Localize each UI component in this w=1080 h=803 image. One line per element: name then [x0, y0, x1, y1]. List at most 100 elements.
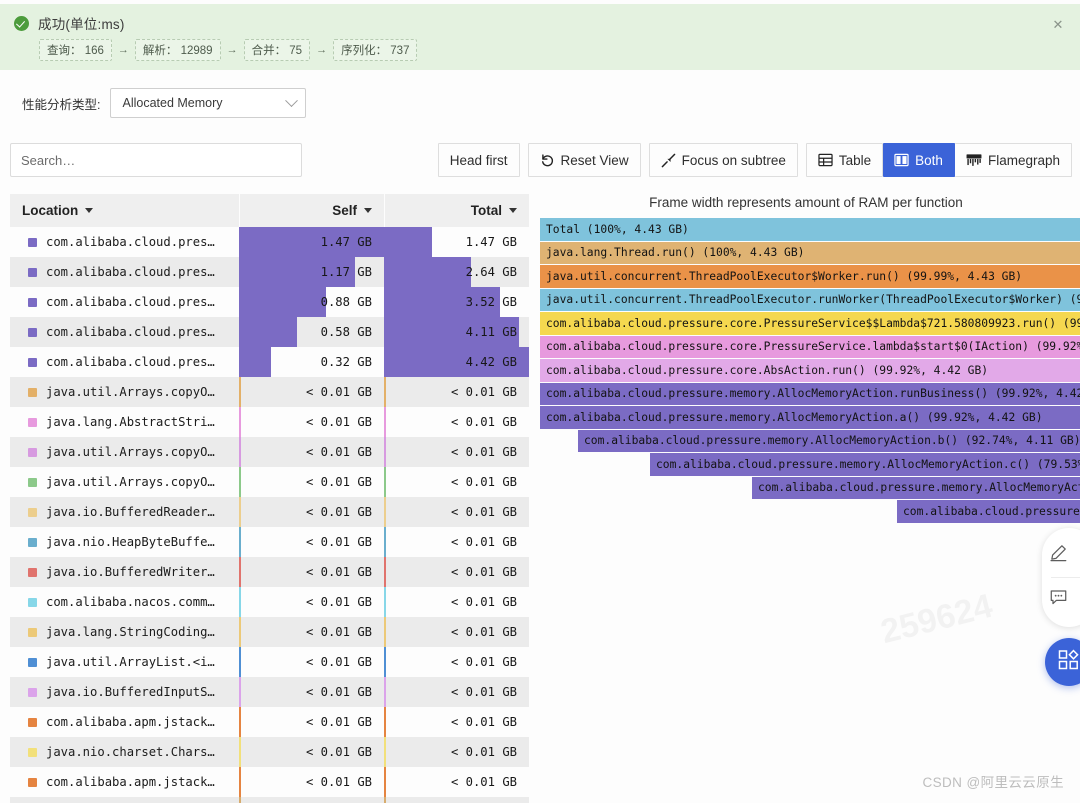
value-bar: [384, 707, 386, 737]
status-banner: 成功(单位:ms) 查询： 166→解析： 12989→合并： 75→序列化： …: [0, 4, 1080, 70]
color-swatch-icon: [28, 508, 37, 517]
focus-arrows-icon: [661, 153, 676, 168]
cell-self-label: 1.17 GB: [321, 265, 372, 279]
table-row[interactable]: com.alibaba.cloud.pres…0.88 GB3.52 GB: [10, 287, 529, 317]
value-bar: [239, 677, 241, 707]
color-swatch-icon: [28, 328, 37, 337]
value-bar: [384, 497, 386, 527]
flamegraph-frame[interactable]: java.util.concurrent.ThreadPoolExecutor.…: [540, 289, 1080, 313]
flamegraph-frame[interactable]: com.alibaba.cloud.pressure.memory.AllocM…: [897, 500, 1080, 524]
search-input[interactable]: Search…: [10, 143, 302, 177]
color-swatch-icon: [28, 268, 37, 277]
flamegraph-frame[interactable]: com.alibaba.cloud.pressure.core.Pressure…: [540, 336, 1080, 360]
cell-total: < 0.01 GB: [384, 377, 529, 407]
floating-dock: [1042, 528, 1080, 627]
comment-button[interactable]: [1042, 578, 1080, 622]
value-bar: [384, 797, 386, 803]
color-swatch-icon: [28, 358, 37, 367]
cell-location: java.io.BufferedInputS…: [10, 677, 239, 707]
tab-both-label: Both: [915, 153, 943, 168]
cell-total: < 0.01 GB: [384, 707, 529, 737]
table-row[interactable]: java.util.Arrays.copyO…< 0.01 GB< 0.01 G…: [10, 467, 529, 497]
cell-location-label: java.io.BufferedReader…: [46, 505, 215, 519]
cell-self: < 0.01 GB: [239, 377, 384, 407]
value-bar: [384, 647, 386, 677]
value-bar: [384, 437, 386, 467]
cell-location-label: com.alibaba.apm.jstack…: [46, 715, 215, 729]
table-row[interactable]: java.io.BufferedInputS…< 0.01 GB< 0.01 G…: [10, 677, 529, 707]
edit-feedback-button[interactable]: [1042, 533, 1080, 577]
head-first-button[interactable]: Head first: [438, 143, 520, 177]
cell-location: com.alibaba.cloud.pres…: [10, 227, 239, 257]
cell-total: < 0.01 GB: [384, 437, 529, 467]
close-icon[interactable]: ✕: [1050, 17, 1066, 33]
split-view-icon: [894, 153, 909, 167]
toolbar-buttons: Head first Reset View: [430, 143, 1072, 177]
table-row[interactable]: java.lang.AbstractStri…< 0.01 GB< 0.01 G…: [10, 407, 529, 437]
cell-self: 1.17 GB: [239, 257, 384, 287]
focus-on-subtree-label: Focus on subtree: [682, 153, 786, 168]
flamegraph-frame[interactable]: java.util.concurrent.ThreadPoolExecutor$…: [540, 265, 1080, 289]
cell-location-label: com.alibaba.cloud.pres…: [46, 235, 215, 249]
color-swatch-icon: [28, 238, 37, 247]
flamegraph-frame[interactable]: com.alibaba.cloud.pressure.memory.AllocM…: [540, 406, 1080, 430]
table-row[interactable]: java.util.Arrays.copyO…< 0.01 GB< 0.01 G…: [10, 377, 529, 407]
table-row[interactable]: java.lang.StringCoding…< 0.01 GB< 0.01 G…: [10, 617, 529, 647]
flamegraph-frame[interactable]: com.alibaba.cloud.pressure.core.Pressure…: [540, 312, 1080, 336]
flamegraph-frame[interactable]: com.alibaba.cloud.pressure.memory.AllocM…: [578, 430, 1080, 454]
cell-self-label: < 0.01 GB: [306, 445, 372, 459]
table-row[interactable]: com.alibaba.nacos.comm…< 0.01 GB< 0.01 G…: [10, 587, 529, 617]
table-row[interactable]: java.io.BufferedWriter…< 0.01 GB< 0.01 G…: [10, 557, 529, 587]
flamegraph-frame-label: java.lang.Thread.run() (100%, 4.43 GB): [546, 246, 804, 259]
cell-self-label: < 0.01 GB: [306, 415, 372, 429]
table-row[interactable]: java.util.Arrays.copyO…< 0.01 GB< 0.01 G…: [10, 437, 529, 467]
table-row[interactable]: com.alibaba.apm.jstack…< 0.01 GB< 0.01 G…: [10, 707, 529, 737]
cell-self: < 0.01 GB: [239, 617, 384, 647]
cell-self: < 0.01 GB: [239, 677, 384, 707]
focus-on-subtree-button[interactable]: Focus on subtree: [649, 143, 798, 177]
flamegraph-frame[interactable]: com.alibaba.cloud.pressure.memory.AllocM…: [752, 477, 1080, 501]
head-first-label: Head first: [450, 153, 508, 168]
cell-self: < 0.01 GB: [239, 467, 384, 497]
column-header-location-label: Location: [22, 203, 78, 218]
table-row[interactable]: java.nio.charset.Chars…< 0.01 GB< 0.01 G…: [10, 737, 529, 767]
table-row[interactable]: com.alibaba.apm.jstack…< 0.01 GB< 0.01 G…: [10, 767, 529, 797]
tab-flamegraph[interactable]: Flamegraph: [955, 143, 1072, 177]
table-row[interactable]: sun.nio.ch.FileDispatc…< 0.01 GB< 0.01 G…: [10, 797, 529, 803]
value-bar: [239, 407, 241, 437]
flamegraph-frame[interactable]: Total (100%, 4.43 GB): [540, 218, 1080, 242]
cell-self: < 0.01 GB: [239, 767, 384, 797]
table-row[interactable]: com.alibaba.cloud.pres…1.47 GB1.47 GB: [10, 227, 529, 257]
cell-total: < 0.01 GB: [384, 527, 529, 557]
tab-table[interactable]: Table: [806, 143, 883, 177]
profile-type-select[interactable]: Allocated Memory: [110, 88, 306, 118]
cell-self-label: 0.32 GB: [321, 355, 372, 369]
cell-location: com.alibaba.cloud.pres…: [10, 287, 239, 317]
column-header-self[interactable]: Self: [239, 194, 384, 227]
table-row[interactable]: com.alibaba.cloud.pres…0.58 GB4.11 GB: [10, 317, 529, 347]
flamegraph-frame[interactable]: com.alibaba.cloud.pressure.memory.AllocM…: [540, 383, 1080, 407]
tab-both[interactable]: Both: [883, 143, 955, 177]
flamegraph-frame-label: com.alibaba.cloud.pressure.memory.AllocM…: [656, 458, 1080, 471]
value-bar: [384, 527, 386, 557]
flamegraph-frame[interactable]: java.lang.Thread.run() (100%, 4.43 GB): [540, 242, 1080, 266]
table-row[interactable]: java.io.BufferedReader…< 0.01 GB< 0.01 G…: [10, 497, 529, 527]
column-header-location[interactable]: Location: [10, 194, 239, 227]
value-bar: [384, 767, 386, 797]
color-swatch-icon: [28, 388, 37, 397]
cell-location: com.alibaba.apm.jstack…: [10, 767, 239, 797]
flamegraph-frame[interactable]: com.alibaba.cloud.pressure.core.AbsActio…: [540, 359, 1080, 383]
table-row[interactable]: com.alibaba.cloud.pres…1.17 GB2.64 GB: [10, 257, 529, 287]
value-bar: [239, 587, 241, 617]
table-row[interactable]: com.alibaba.cloud.pres…0.32 GB4.42 GB: [10, 347, 529, 377]
table-icon: [818, 153, 833, 167]
table-row[interactable]: java.util.ArrayList.<i…< 0.01 GB< 0.01 G…: [10, 647, 529, 677]
value-bar: [384, 257, 471, 287]
column-header-total[interactable]: Total: [384, 194, 529, 227]
cell-self: < 0.01 GB: [239, 437, 384, 467]
cell-total-label: < 0.01 GB: [451, 565, 517, 579]
reset-view-button[interactable]: Reset View: [528, 143, 641, 177]
flamegraph-frame[interactable]: com.alibaba.cloud.pressure.memory.AllocM…: [650, 453, 1080, 477]
cell-self: < 0.01 GB: [239, 497, 384, 527]
table-row[interactable]: java.nio.HeapByteBuffe…< 0.01 GB< 0.01 G…: [10, 527, 529, 557]
